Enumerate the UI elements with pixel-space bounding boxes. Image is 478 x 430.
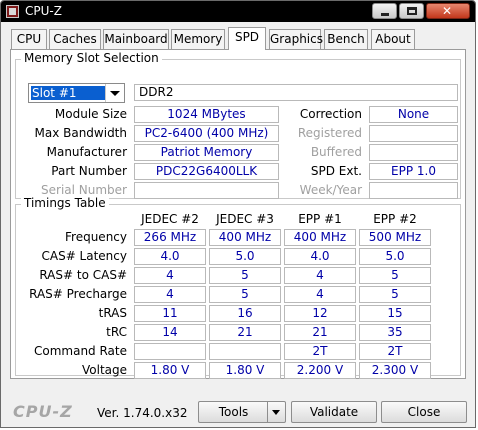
timing-cell: 2.300 V <box>359 362 431 379</box>
timing-cell: 5.0 <box>359 248 431 265</box>
timing-cell: 14 <box>134 324 206 341</box>
timing-cell: 2T <box>359 343 431 360</box>
timing-cell <box>134 343 206 360</box>
timing-column-header: JEDEC #2 <box>141 212 199 226</box>
tab-bench[interactable]: Bench <box>324 29 368 49</box>
close-icon: ✕ <box>442 4 453 18</box>
timing-cell: 5 <box>209 267 281 284</box>
timing-row-label: Command Rate <box>33 344 127 358</box>
timing-cell: 4.0 <box>134 248 206 265</box>
timing-cell: 5 <box>209 286 281 303</box>
maximize-button[interactable] <box>399 3 424 19</box>
registered-label: Registered <box>297 126 362 140</box>
timing-row-label: RAS# to CAS# <box>39 268 127 282</box>
module-size-value: 1024 MBytes <box>134 106 279 123</box>
tab-caches[interactable]: Caches <box>49 29 101 49</box>
timing-cell: 4.0 <box>284 248 356 265</box>
timing-row-label: Frequency <box>65 230 127 244</box>
timings-group-title: Timings Table <box>21 196 109 210</box>
max-bandwidth-value: PC2-6400 (400 MHz) <box>134 125 279 142</box>
timing-cell: 500 MHz <box>359 229 431 246</box>
tab-spd[interactable]: SPD <box>228 27 266 50</box>
cpuz-logo: CPU-Z <box>13 402 73 421</box>
title-bar[interactable]: CPU-Z ✕ <box>1 1 475 22</box>
serial-number-value <box>134 182 279 199</box>
week-year-value <box>369 182 458 199</box>
timing-row-label: tRAS <box>98 306 127 320</box>
timing-cell: 266 MHz <box>134 229 206 246</box>
week-year-label: Week/Year <box>299 183 362 197</box>
timing-cell: 4 <box>134 286 206 303</box>
minimize-button[interactable] <box>372 3 397 19</box>
timing-cell: 4 <box>284 267 356 284</box>
spd-panel: Memory Slot Selection Slot #1 DDR2 Modul… <box>10 49 466 379</box>
timing-column-header: JEDEC #3 <box>216 212 274 226</box>
window-title: CPU-Z <box>25 4 62 18</box>
timing-cell: 5.0 <box>209 248 281 265</box>
minimize-icon <box>381 13 389 16</box>
timing-cell: 15 <box>359 305 431 322</box>
timing-cell: 16 <box>209 305 281 322</box>
cpuz-window: CPU-Z ✕ CPU Caches Mainboard Memory SPD … <box>0 0 476 428</box>
chevron-down-icon[interactable] <box>267 402 285 422</box>
tab-graphics[interactable]: Graphics <box>269 29 323 49</box>
timing-cell: 5 <box>359 286 431 303</box>
timing-cell: 1.80 V <box>209 362 281 379</box>
timing-cell: 35 <box>359 324 431 341</box>
timing-row-label: RAS# Precharge <box>29 287 127 301</box>
tab-memory[interactable]: Memory <box>171 29 225 49</box>
buffered-value <box>369 144 458 161</box>
timing-cell: 5 <box>359 267 431 284</box>
maximize-icon <box>407 7 417 15</box>
validate-button[interactable]: Validate <box>291 401 377 423</box>
part-number-value: PDC22G6400LLK <box>134 163 279 180</box>
memory-type-field: DDR2 <box>134 84 458 101</box>
timing-column-header: EPP #2 <box>373 212 417 226</box>
spd-ext-label: SPD Ext. <box>310 164 362 178</box>
timing-row-label: Voltage <box>81 363 127 377</box>
timing-cell: 400 MHz <box>284 229 356 246</box>
timing-column-header: EPP #1 <box>298 212 342 226</box>
timing-cell <box>209 343 281 360</box>
part-number-label: Part Number <box>51 164 127 178</box>
memory-slot-group: Memory Slot Selection Slot #1 DDR2 Modul… <box>15 51 461 199</box>
close-window-button[interactable]: ✕ <box>426 3 470 19</box>
timing-row-label: tRC <box>106 325 127 339</box>
serial-number-label: Serial Number <box>41 183 127 197</box>
module-size-label: Module Size <box>54 107 127 121</box>
chevron-down-icon[interactable] <box>105 84 124 102</box>
slot-select[interactable]: Slot #1 <box>28 83 125 103</box>
registered-value <box>369 125 458 142</box>
close-button[interactable]: Close <box>381 401 467 423</box>
timing-cell: 21 <box>284 324 356 341</box>
slot-select-value: Slot #1 <box>30 85 106 101</box>
timing-cell: 12 <box>284 305 356 322</box>
tab-cpu[interactable]: CPU <box>11 29 47 49</box>
cpuz-app-icon <box>6 5 19 18</box>
timing-cell: 1.80 V <box>134 362 206 379</box>
tab-about[interactable]: About <box>371 29 415 49</box>
footer-bar: CPU-Z Ver. 1.74.0.x32 Tools Validate Clo… <box>1 393 475 427</box>
manufacturer-value: Patriot Memory <box>134 144 279 161</box>
timing-cell: 11 <box>134 305 206 322</box>
manufacturer-label: Manufacturer <box>46 145 127 159</box>
timing-cell: 2.200 V <box>284 362 356 379</box>
correction-value: None <box>369 106 458 123</box>
timing-cell: 21 <box>209 324 281 341</box>
timing-cell: 400 MHz <box>209 229 281 246</box>
tools-button-label: Tools <box>218 405 249 419</box>
memory-slot-group-title: Memory Slot Selection <box>21 51 162 65</box>
tab-mainboard[interactable]: Mainboard <box>103 29 169 49</box>
timing-cell: 4 <box>134 267 206 284</box>
tools-button[interactable]: Tools <box>198 401 286 423</box>
buffered-label: Buffered <box>310 145 362 159</box>
timing-cell: 2T <box>284 343 356 360</box>
timings-group: Timings Table JEDEC #2 JEDEC #3 EPP #1 E… <box>15 196 461 379</box>
version-label: Ver. 1.74.0.x32 <box>97 406 188 420</box>
timing-row-label: CAS# Latency <box>41 249 127 263</box>
correction-label: Correction <box>299 107 362 121</box>
spd-ext-value: EPP 1.0 <box>369 163 458 180</box>
timing-cell: 4 <box>284 286 356 303</box>
max-bandwidth-label: Max Bandwidth <box>34 126 127 140</box>
